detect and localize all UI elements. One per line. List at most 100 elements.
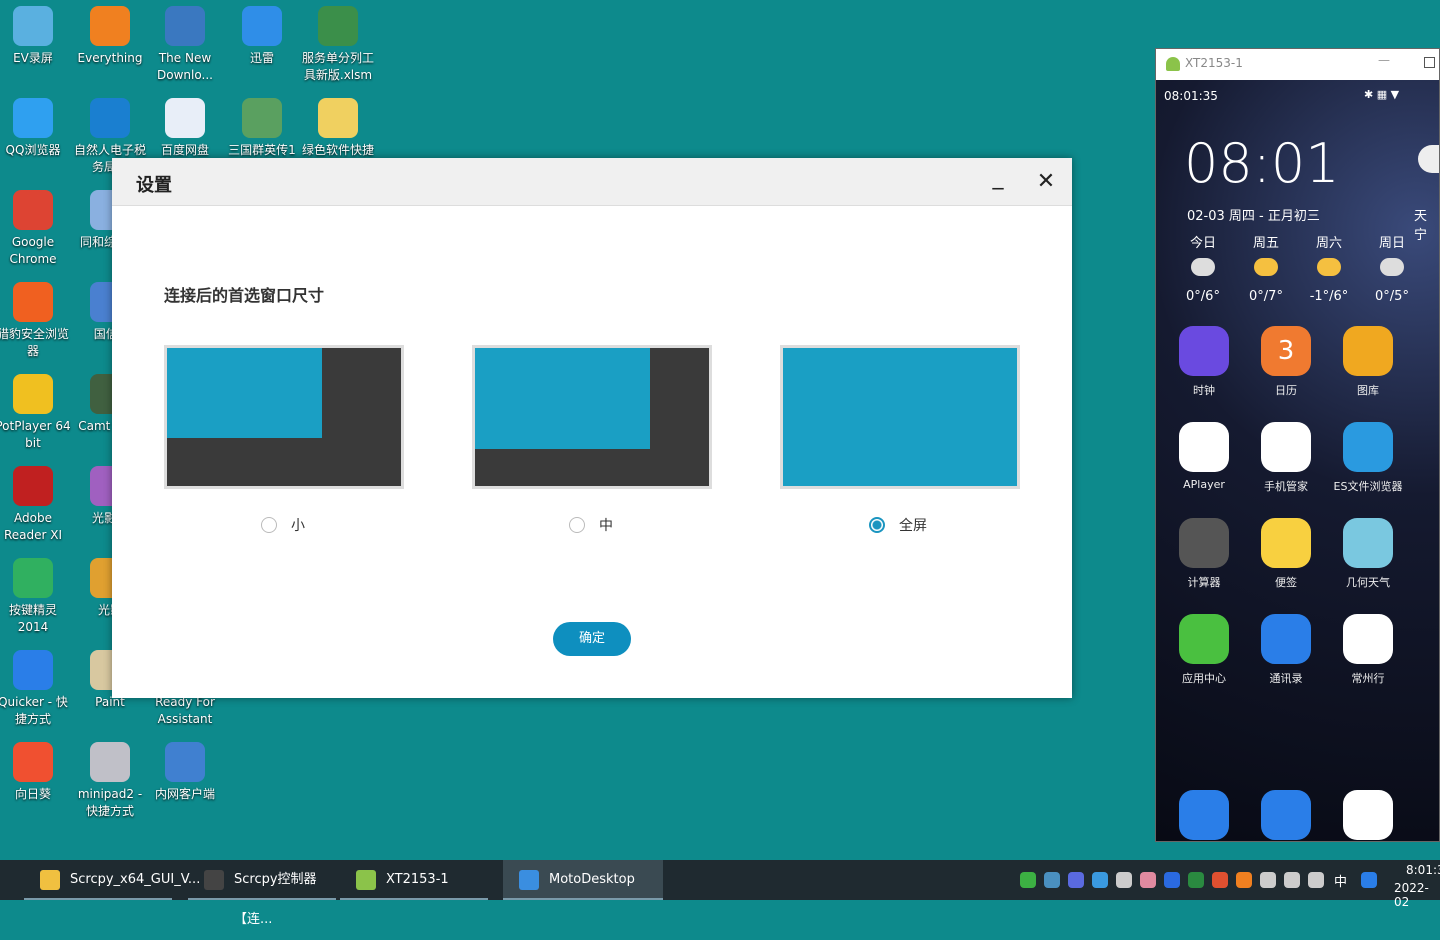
desktop-icon[interactable]: 按键精灵2014 — [0, 552, 71, 636]
phone-app[interactable]: 便签 — [1251, 518, 1321, 590]
tray-icon[interactable] — [1212, 872, 1228, 888]
taskbar-item[interactable]: Scrcpy_x64_GUI_V... — [24, 860, 200, 900]
taskbar-item[interactable]: MotoDesktop — [503, 860, 663, 900]
phone-app[interactable]: 计算器 — [1169, 518, 1239, 590]
phone-app[interactable]: 通讯录 — [1251, 614, 1321, 686]
phone-minimize-button[interactable]: — — [1378, 53, 1390, 67]
size-preview-small[interactable] — [164, 345, 404, 489]
desktop-icon[interactable]: 绿色软件快捷 — [300, 92, 376, 159]
phone-app[interactable]: 常州行 — [1333, 614, 1403, 686]
app-label: ES文件浏览器 — [1333, 480, 1403, 493]
tray-icon[interactable] — [1308, 872, 1324, 888]
minimize-button[interactable]: _ — [984, 164, 1012, 192]
desktop-icon[interactable]: 百度网盘 — [147, 92, 223, 159]
tray-clock-time[interactable]: 8:01:3 — [1406, 863, 1440, 877]
phone-app[interactable]: 几何天气 — [1333, 518, 1403, 590]
close-button[interactable]: ✕ — [1032, 168, 1060, 196]
desktop-icon[interactable]: 三国群英传1 — [224, 92, 300, 159]
weather-icon — [1191, 258, 1215, 276]
desktop-icon[interactable]: Google Chrome — [0, 184, 71, 268]
desktop-icon[interactable]: minipad2 - 快捷方式 — [72, 736, 148, 820]
app-icon — [90, 6, 130, 46]
tray-icon[interactable] — [1116, 872, 1132, 888]
desktop-icon[interactable]: 猎豹安全浏览器 — [0, 276, 71, 360]
app-label: 几何天气 — [1346, 576, 1390, 589]
tray-icon[interactable] — [1092, 872, 1108, 888]
phone-app[interactable]: 时钟 — [1169, 326, 1239, 398]
app-icon — [1179, 422, 1229, 472]
tray-icon[interactable] — [1260, 872, 1276, 888]
phone-maximize-button[interactable] — [1424, 57, 1435, 68]
desktop-icon[interactable]: 内网客户端 — [147, 736, 223, 803]
app-icon — [165, 742, 205, 782]
taskbar-app-icon — [40, 870, 60, 890]
desktop-icon[interactable]: The New Downlo... — [147, 0, 223, 84]
dialog-title: 设置 — [136, 175, 172, 196]
desktop-icon[interactable]: Quicker - 快捷方式 — [0, 644, 71, 728]
size-preview-medium[interactable] — [472, 345, 712, 489]
desktop-icon[interactable]: 向日葵 — [0, 736, 71, 803]
taskbar-item[interactable]: XT2153-1 — [340, 860, 488, 900]
radio-fullscreen[interactable]: 全屏 — [869, 515, 927, 535]
desktop-icon[interactable]: QQ浏览器 — [0, 92, 71, 159]
app-icon — [90, 742, 130, 782]
location: 天宁 — [1414, 209, 1428, 243]
tray-icon[interactable] — [1044, 872, 1060, 888]
desktop-icon[interactable]: PotPlayer 64 bit — [0, 368, 71, 452]
weather-temp: -1°/6° — [1309, 289, 1349, 304]
desktop-icon[interactable]: 迅雷 — [224, 0, 300, 67]
tray-quicker-icon[interactable] — [1361, 872, 1377, 888]
taskbar-item[interactable]: Scrcpy控制器【连... — [188, 860, 336, 927]
desktop-icon[interactable]: EV录屏 — [0, 0, 71, 67]
app-icon — [1179, 326, 1229, 376]
radio-circle[interactable] — [261, 517, 277, 533]
desktop-icon-label: Quicker - 快捷方式 — [0, 695, 68, 726]
app-label: 常州行 — [1351, 672, 1385, 685]
cloud-icon — [1418, 145, 1439, 173]
desktop-icon[interactable]: Adobe Reader XI — [0, 460, 71, 544]
app-icon — [242, 98, 282, 138]
app-label: 手机管家 — [1264, 480, 1308, 493]
window-size-heading: 连接后的首选窗口尺寸 — [164, 286, 325, 305]
tray-icon[interactable] — [1284, 872, 1300, 888]
app-icon — [13, 282, 53, 322]
weather-day: 今日 — [1189, 236, 1216, 251]
weather-temp: 0°/7° — [1249, 289, 1283, 304]
phone-mirror-window: XT2153-1 — 08:01:35 ✱ ▦ ▼ 08:01 02-03 周四… — [1155, 48, 1440, 842]
phone-app[interactable]: 手机管家 — [1251, 422, 1321, 494]
phone-screen[interactable]: 08:01:35 ✱ ▦ ▼ 08:01 02-03 周四 - 正月初三 天宁 … — [1156, 80, 1439, 841]
app-icon — [1343, 518, 1393, 568]
radio-circle-selected[interactable] — [869, 517, 885, 533]
radio-medium[interactable]: 中 — [569, 515, 613, 535]
tray-clock-date[interactable]: 2022-02 — [1394, 881, 1440, 909]
size-preview-fullscreen[interactable] — [780, 345, 1020, 489]
desktop-icon-label: minipad2 - 快捷方式 — [77, 787, 143, 818]
dock-messages-icon[interactable] — [1261, 790, 1311, 840]
desktop-icon[interactable]: 服务单分列工具新版.xlsm — [300, 0, 376, 84]
desktop-icon-label: Ready For Assistant — [155, 695, 215, 726]
radio-circle[interactable] — [569, 517, 585, 533]
tray-icon[interactable] — [1020, 872, 1036, 888]
phone-app[interactable]: 图库 — [1333, 326, 1403, 398]
dock-phone-icon[interactable] — [1179, 790, 1229, 840]
desktop-icon-label: 向日葵 — [14, 787, 51, 801]
phone-app[interactable]: 应用中心 — [1169, 614, 1239, 686]
app-icon — [13, 650, 53, 690]
app-icon: 3 — [1261, 326, 1311, 376]
tray-icon[interactable] — [1140, 872, 1156, 888]
tray-icon[interactable] — [1236, 872, 1252, 888]
app-icon — [318, 6, 358, 46]
phone-app[interactable]: ES文件浏览器 — [1333, 422, 1403, 494]
radio-small[interactable]: 小 — [261, 515, 305, 535]
confirm-button[interactable]: 确定 — [553, 622, 631, 656]
phone-app[interactable]: 3 日历 — [1251, 326, 1321, 398]
tray-icon[interactable] — [1068, 872, 1084, 888]
app-icon — [1261, 518, 1311, 568]
desktop-icon[interactable]: Everything — [72, 0, 148, 67]
tray-icon[interactable] — [1164, 872, 1180, 888]
tray-icon[interactable] — [1188, 872, 1204, 888]
ime-indicator[interactable]: 中 — [1334, 871, 1347, 890]
phone-app[interactable]: APlayer — [1169, 422, 1239, 491]
dock-browser-icon[interactable] — [1343, 790, 1393, 840]
taskbar-item-label: XT2153-1 — [386, 872, 449, 887]
